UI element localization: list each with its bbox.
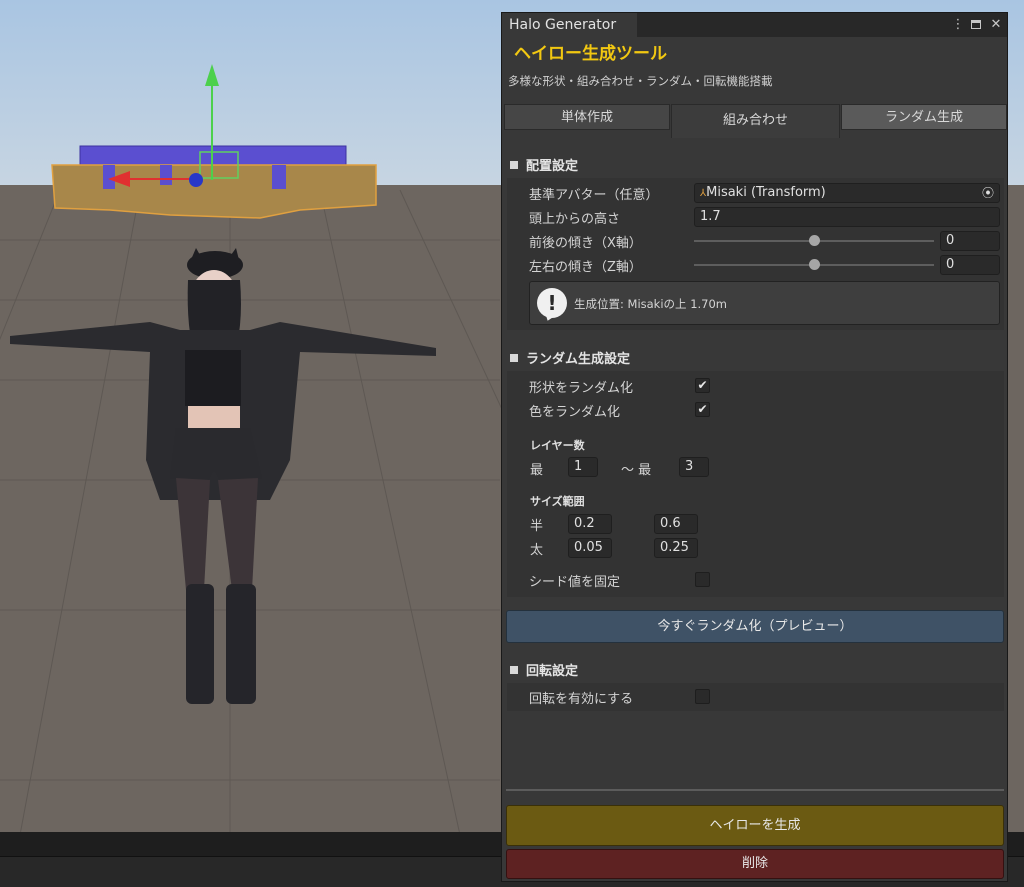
halo-generator-window: Halo Generator ⋮ ✕ ヘイロー生成ツール 多様な形状・組み合わせ… <box>501 12 1008 882</box>
random-box: 形状をランダム化 ✔ 色をランダム化 ✔ レイヤー数 最 1 〜 最 3 サイズ… <box>507 371 1004 597</box>
rotation-enable-checkbox[interactable] <box>695 689 710 704</box>
kebab-menu-icon[interactable]: ⋮ <box>950 16 966 34</box>
maximize-icon[interactable] <box>968 16 984 34</box>
radius-min-field[interactable]: 0.2 <box>568 514 612 534</box>
delete-button[interactable]: 削除 <box>506 849 1004 879</box>
close-icon[interactable]: ✕ <box>988 16 1004 34</box>
thickness-min-field[interactable]: 0.05 <box>568 538 612 558</box>
layers-max-label: 〜 最 <box>621 463 652 478</box>
tool-title: ヘイロー生成ツール <box>514 44 667 64</box>
placement-section-header[interactable]: 配置設定 <box>510 155 578 174</box>
section-square-icon <box>510 354 518 362</box>
placement-section-title: 配置設定 <box>526 159 579 174</box>
avatar-label: 基準アバター（任意） <box>529 188 659 203</box>
window-titlebar: Halo Generator ⋮ ✕ <box>502 13 1007 37</box>
object-picker-icon[interactable]: ⦿ <box>982 184 994 202</box>
random-section-header[interactable]: ランダム生成設定 <box>510 348 630 367</box>
rotation-section-title: 回転設定 <box>526 664 579 679</box>
thickness-label: 太 <box>530 543 544 558</box>
tab-random[interactable]: ランダム生成 <box>841 104 1007 130</box>
section-square-icon <box>510 666 518 674</box>
color-random-checkbox[interactable]: ✔ <box>695 402 710 417</box>
avatar-object-field[interactable]: ⅄Misaki (Transform) ⦿ <box>694 183 1000 203</box>
window-tab-title[interactable]: Halo Generator <box>502 13 637 37</box>
rotation-section-header[interactable]: 回転設定 <box>510 660 578 679</box>
seed-fixed-label: シード値を固定 <box>529 575 621 590</box>
tilt-z-label: 左右の傾き（Z軸） <box>529 260 642 275</box>
tool-subtitle: 多様な形状・組み合わせ・ランダム・回転機能搭載 <box>508 74 773 88</box>
height-field[interactable]: 1.7 <box>694 207 1000 227</box>
layer-count-heading: レイヤー数 <box>530 439 585 452</box>
layers-min-label: 最 <box>530 463 544 478</box>
section-square-icon <box>510 161 518 169</box>
halo-object <box>51 145 377 219</box>
tilt-x-label: 前後の傾き（X軸） <box>529 236 642 251</box>
tilt-z-slider-handle[interactable] <box>809 259 820 270</box>
tab-combination[interactable]: 組み合わせ <box>671 104 840 138</box>
color-random-label: 色をランダム化 <box>529 405 621 420</box>
radius-label: 半 <box>530 519 544 534</box>
avatar-value: Misaki (Transform) <box>706 185 826 200</box>
position-help-text: 生成位置: Misakiの上 1.70m <box>574 297 728 311</box>
shape-random-label: 形状をランダム化 <box>529 381 634 396</box>
layers-max-field[interactable]: 3 <box>679 457 709 477</box>
thickness-max-field[interactable]: 0.25 <box>654 538 698 558</box>
position-help-box: ! 生成位置: Misakiの上 1.70m <box>529 281 1000 325</box>
size-range-heading: サイズ範囲 <box>530 495 585 508</box>
action-divider <box>506 789 1004 791</box>
shape-random-checkbox[interactable]: ✔ <box>695 378 710 393</box>
height-label: 頭上からの高さ <box>529 212 621 227</box>
seed-fixed-checkbox[interactable] <box>695 572 710 587</box>
rotation-enable-label: 回転を有効にする <box>529 692 634 707</box>
random-section-title: ランダム生成設定 <box>526 352 631 367</box>
tab-single[interactable]: 単体作成 <box>504 104 670 130</box>
tilt-x-field[interactable]: 0 <box>940 231 1000 251</box>
rotation-box: 回転を有効にする <box>507 683 1004 711</box>
tilt-x-slider-handle[interactable] <box>809 235 820 246</box>
mode-tabs: 単体作成 組み合わせ ランダム生成 <box>504 104 1007 138</box>
layers-min-field[interactable]: 1 <box>568 457 598 477</box>
info-icon: ! <box>537 288 567 318</box>
randomize-preview-button[interactable]: 今すぐランダム化（プレビュー） <box>506 610 1004 643</box>
radius-max-field[interactable]: 0.6 <box>654 514 698 534</box>
tilt-z-field[interactable]: 0 <box>940 255 1000 275</box>
generate-halo-button[interactable]: ヘイローを生成 <box>506 805 1004 846</box>
